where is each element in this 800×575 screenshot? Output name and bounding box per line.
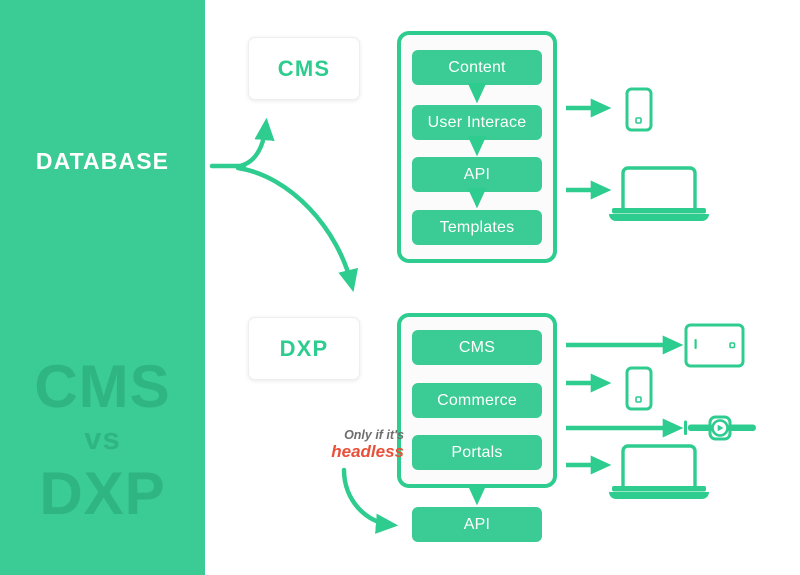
dxp-box-commerce-label: Commerce xyxy=(437,391,517,409)
phone-icon xyxy=(625,87,653,132)
dxp-label-box: DXP xyxy=(248,317,360,380)
dxp-box-portals: Portals xyxy=(412,435,542,470)
dxp-box-commerce: Commerce xyxy=(412,383,542,418)
cms-box-templates-label: Templates xyxy=(439,218,515,236)
dxp-box-api-label: API xyxy=(463,515,491,533)
headless-annotation-line1: Only if it's xyxy=(344,428,404,442)
headless-annotation-line2: headless xyxy=(331,442,404,462)
cms-box-api: API xyxy=(412,157,542,192)
cms-box-user-interface: User Interace xyxy=(412,105,542,140)
headless-annotation: Only if it's headless xyxy=(286,428,404,462)
dxp-box-portals-label: Portals xyxy=(451,443,503,461)
arrow-database-to-cms xyxy=(237,117,275,169)
cms-label-box: CMS xyxy=(248,37,360,100)
watermark-vs: vs xyxy=(84,421,121,456)
diagram-canvas: DATABASE CMS vs DXP CMS DXP Content User… xyxy=(0,0,800,575)
dxp-box-cms: CMS xyxy=(412,330,542,365)
cms-box-content-label: Content xyxy=(448,58,506,76)
cms-box-user-interface-label: User Interace xyxy=(427,113,527,131)
dxp-box-api: API xyxy=(412,507,542,542)
cms-box-api-label: API xyxy=(463,165,491,183)
arrow-database-to-dxp xyxy=(235,165,359,293)
dxp-label-text: DXP xyxy=(279,335,329,361)
cms-box-content: Content xyxy=(412,50,542,85)
watermark-dxp: DXP xyxy=(39,460,166,527)
database-title: DATABASE xyxy=(35,148,170,174)
tablet-icon xyxy=(684,323,745,368)
phone-icon xyxy=(625,366,653,411)
smartwatch-icon xyxy=(684,415,756,441)
laptop-icon xyxy=(609,444,709,499)
database-sidebar: DATABASE CMS vs DXP xyxy=(0,0,205,575)
cms-label-text: CMS xyxy=(277,55,331,81)
laptop-icon xyxy=(609,166,709,221)
watermark-cms: CMS xyxy=(34,353,171,420)
dxp-box-cms-label: CMS xyxy=(458,338,496,356)
cms-box-templates: Templates xyxy=(412,210,542,245)
arrow-headless-to-api xyxy=(341,467,399,534)
database-branch-arrows xyxy=(209,117,359,293)
